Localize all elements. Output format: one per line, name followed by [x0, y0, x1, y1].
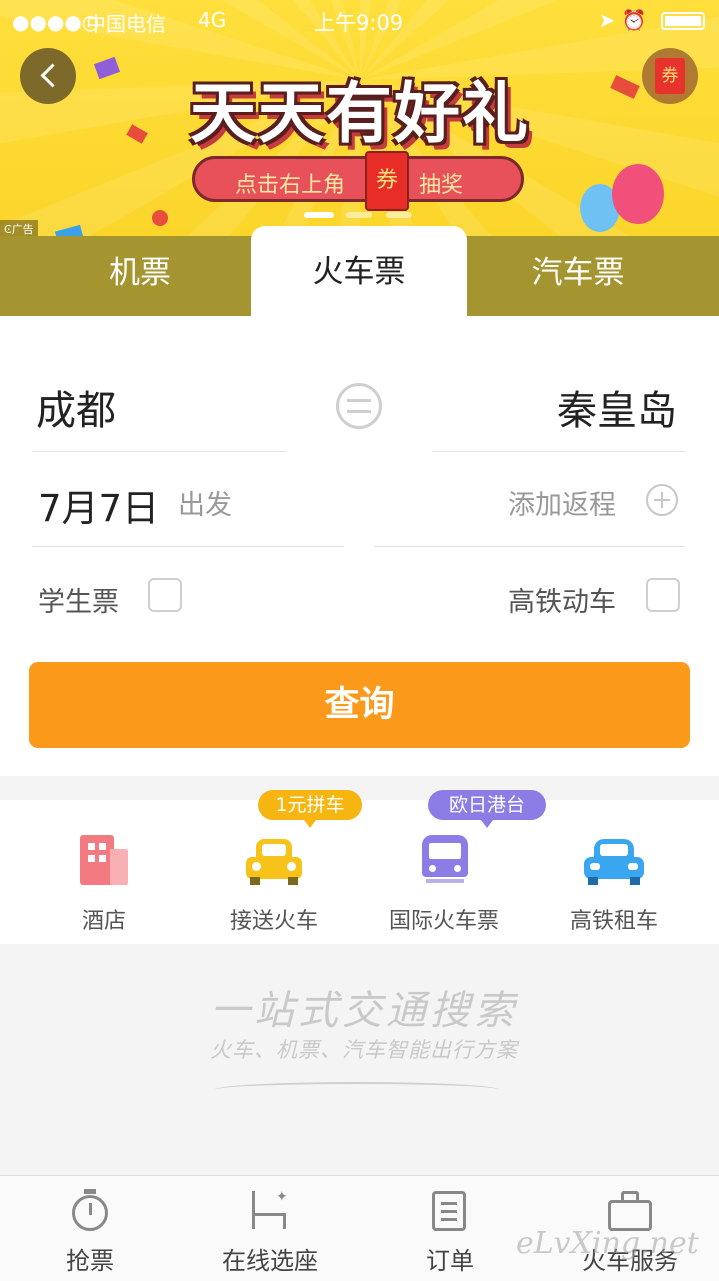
nav-online-seat[interactable]: ✦ 在线选座	[180, 1175, 360, 1280]
service-label-car-rental[interactable]: 高铁租车	[529, 903, 699, 935]
banner-pager-dot-active	[304, 212, 334, 218]
search-button[interactable]: 查询	[29, 662, 690, 748]
train-icon[interactable]	[422, 835, 468, 887]
back-button[interactable]	[20, 48, 76, 104]
slogan-subtitle: 火车、机票、汽车智能出行方案	[210, 1038, 518, 1062]
seat-icon: ✦	[250, 1189, 290, 1233]
banner-pager-dot	[386, 212, 412, 218]
divider	[374, 546, 685, 547]
location-alarm-icons: ➤ ⏰	[598, 8, 647, 32]
divider	[32, 451, 286, 452]
student-ticket-checkbox[interactable]	[148, 578, 182, 612]
banner-pill-left-text: 点击右上角	[235, 173, 346, 198]
confetti-icon	[152, 210, 168, 226]
service-badge: 1元拼车	[258, 790, 362, 828]
battery-icon	[661, 12, 705, 30]
nav-label: 抢票	[66, 1247, 114, 1275]
tab-flight[interactable]: 机票	[40, 236, 240, 316]
highspeed-label: 高铁动车	[508, 587, 616, 618]
banner-instruction-pill: 点击右上角 券 抽奖	[192, 151, 524, 211]
order-list-icon	[432, 1189, 468, 1233]
divider	[32, 546, 344, 547]
network-type: 4G	[198, 8, 227, 32]
departure-date[interactable]: 7月7日	[38, 478, 159, 532]
highspeed-checkbox[interactable]	[646, 578, 680, 612]
car-icon[interactable]	[584, 835, 644, 885]
status-time: 上午9:09	[314, 11, 404, 35]
hotel-icon[interactable]	[80, 835, 128, 885]
service-label-pickup[interactable]: 接送火车	[189, 903, 359, 935]
balloon-icon	[612, 164, 664, 224]
tab-train[interactable]: 火车票	[251, 226, 467, 316]
coupon-icon: 券	[655, 58, 685, 94]
slogan-title: 一站式交通搜索	[210, 988, 518, 1034]
watermark: eLvXing.net	[516, 1226, 699, 1261]
status-right-icons: ➤ ⏰	[599, 8, 705, 32]
swap-cities-icon[interactable]	[336, 383, 382, 429]
nav-label: 订单	[426, 1247, 474, 1275]
ad-tag-label: 广告	[11, 223, 34, 236]
tab-bus[interactable]: 汽车票	[478, 236, 678, 316]
to-city[interactable]: 秦皇岛	[557, 378, 677, 436]
divider	[432, 451, 685, 452]
from-city[interactable]: 成都	[36, 378, 116, 436]
stopwatch-icon	[70, 1189, 110, 1233]
add-return-label[interactable]: 添加返程	[508, 483, 616, 522]
service-badge: 欧日港台	[428, 790, 546, 828]
depart-label: 出发	[178, 490, 232, 521]
nav-orders[interactable]: 订单	[360, 1175, 540, 1280]
student-ticket-label: 学生票	[38, 587, 119, 618]
slogan-underline	[214, 1082, 500, 1098]
ad-logo-icon: Ͼ	[4, 223, 12, 236]
banner-pager-dot	[346, 212, 372, 218]
nav-label: 在线选座	[222, 1247, 318, 1275]
service-label-hotel[interactable]: 酒店	[19, 903, 189, 935]
add-return-icon[interactable]	[646, 484, 678, 516]
banner-title: 天天有好礼	[190, 75, 530, 152]
nav-grab-tickets[interactable]: 抢票	[0, 1175, 180, 1280]
service-label-intl-train[interactable]: 国际火车票	[359, 903, 529, 935]
taxi-icon[interactable]	[246, 835, 302, 885]
status-bar: ●●●●○ 中国电信 4G 上午9:09 ➤ ⏰	[0, 0, 719, 40]
banner-pill-right-text: 抽奖	[419, 173, 464, 198]
coupon-icon: 券	[365, 151, 409, 211]
coupon-button[interactable]: 券	[642, 48, 698, 104]
carrier-name: 中国电信	[86, 12, 166, 36]
